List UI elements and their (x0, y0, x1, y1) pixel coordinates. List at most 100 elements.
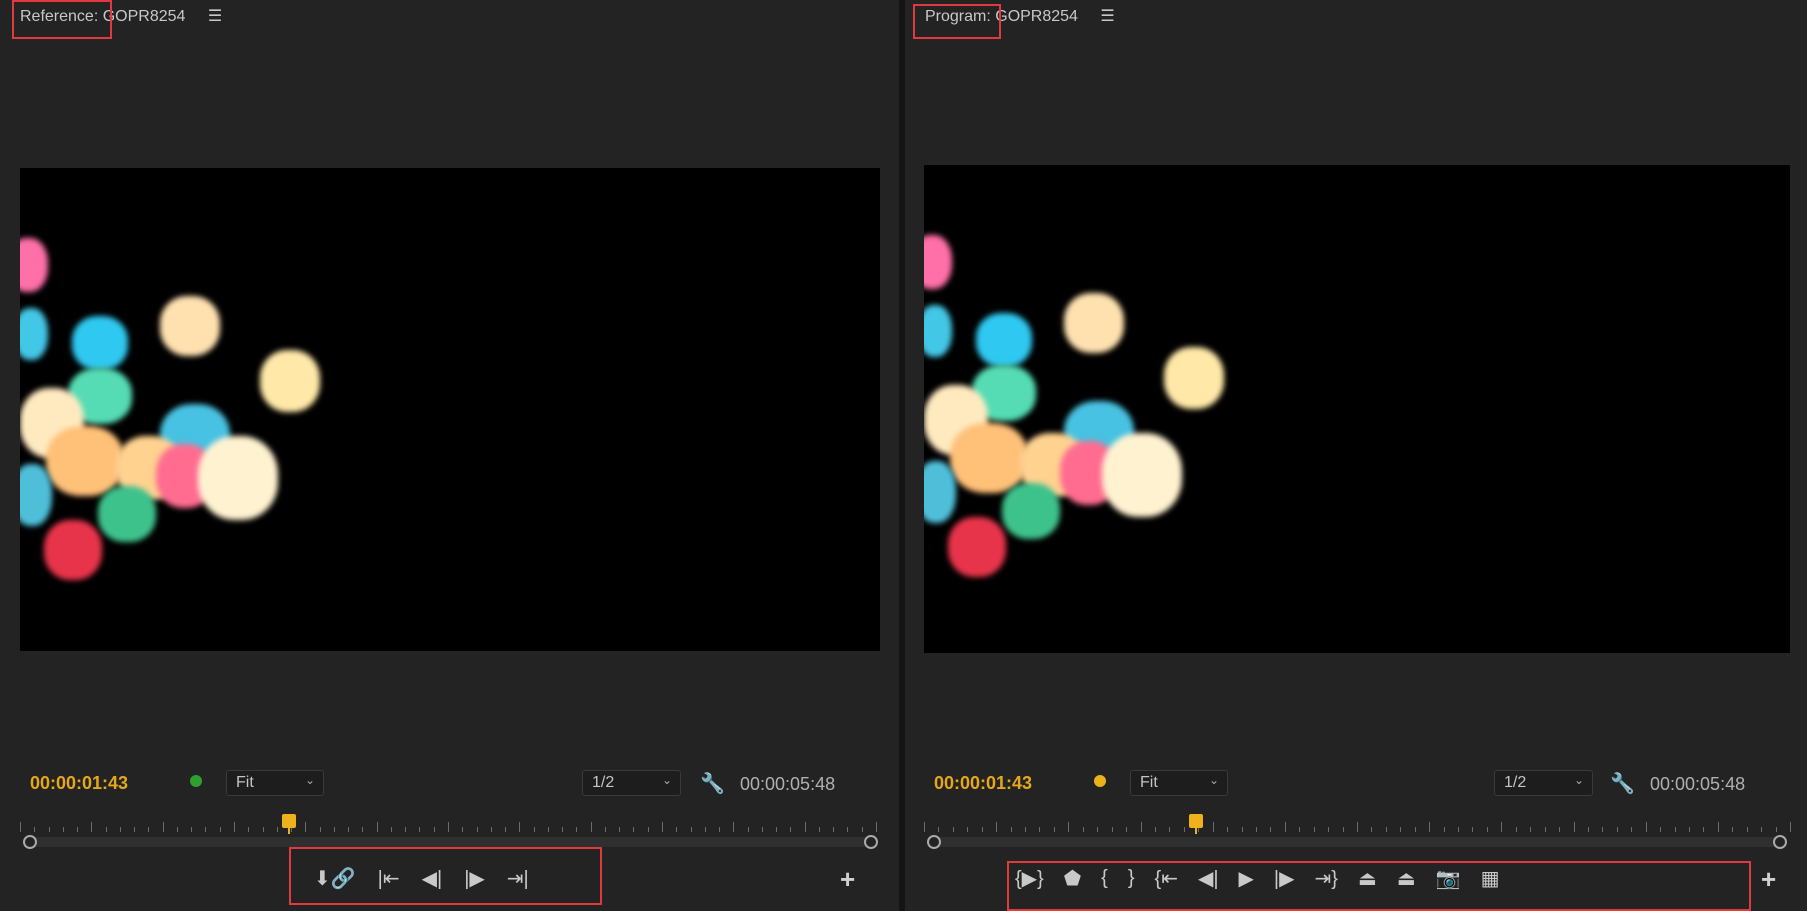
scrub-track[interactable] (30, 837, 870, 847)
resolution-value: 1/2 (592, 774, 615, 791)
ruler-tick (533, 827, 535, 832)
step-forward-button[interactable]: |▶ (1274, 864, 1295, 892)
reference-video-viewer[interactable] (20, 168, 880, 651)
chevron-down-icon: ⌄ (1573, 773, 1584, 787)
ruler-tick (1761, 827, 1763, 832)
menu-icon[interactable]: ☰ (208, 8, 222, 25)
ruler-tick (1660, 827, 1662, 832)
ruler-tick (1790, 822, 1791, 832)
in-point-handle[interactable] (23, 835, 37, 849)
out-point-handle[interactable] (1773, 835, 1787, 849)
in-point-handle[interactable] (927, 835, 941, 849)
playhead[interactable] (282, 814, 297, 834)
resolution-select[interactable]: 1/2 ⌄ (1494, 770, 1593, 796)
button-editor-plus-icon[interactable]: + (840, 864, 855, 895)
ruler-tick (704, 827, 706, 832)
add-marker-button[interactable]: ⬟ (1064, 864, 1081, 892)
bokeh-light (976, 313, 1032, 367)
ruler-tick (1039, 827, 1041, 832)
wrench-icon[interactable]: 🔧 (1610, 771, 1635, 796)
bokeh-light (924, 235, 952, 289)
go-to-out-button[interactable]: ⇥| (507, 864, 529, 892)
step-back-button[interactable]: ◀| (422, 864, 443, 892)
ruler-tick (1559, 827, 1561, 832)
program-panel-title[interactable]: Program: GOPR8254 ☰ (925, 6, 1115, 26)
ruler-tick (1775, 827, 1777, 832)
chevron-down-icon: ⌄ (661, 773, 672, 787)
ruler-tick (1357, 822, 1358, 832)
bokeh-light (924, 461, 956, 523)
zoom-select[interactable]: Fit ⌄ (226, 770, 324, 796)
transport-controls: {▶} ⬟ {} {⇤ ◀| ▶ |▶ ⇥} ⏏ ⏏ 📷 ▦ (1015, 864, 1500, 892)
ruler-tick (576, 827, 578, 832)
play-button[interactable]: ▶ (1239, 864, 1254, 892)
mark-out-button[interactable]: } (1128, 864, 1135, 892)
ruler-tick (1732, 827, 1734, 832)
step-back-button[interactable]: ◀| (1198, 864, 1219, 892)
ruler-tick (1443, 827, 1445, 832)
ruler-tick (1313, 827, 1315, 832)
comparison-view-button[interactable]: ▦ (1481, 864, 1500, 892)
duration-timecode: 00:00:05:48 (740, 774, 836, 794)
go-to-out-button[interactable]: ⇥} (1315, 864, 1338, 892)
ruler-tick (1717, 822, 1719, 832)
ruler-tick (619, 827, 621, 832)
playhead[interactable] (1189, 814, 1204, 834)
zoom-value: Fit (1140, 774, 1158, 791)
ruler-tick (105, 827, 107, 832)
ruler-tick (1169, 827, 1171, 832)
program-video-viewer[interactable] (924, 165, 1790, 653)
mark-in-button[interactable]: { (1101, 864, 1108, 892)
ruler-tick (1515, 827, 1517, 832)
program-title-text: Program: GOPR8254 (925, 8, 1078, 25)
ruler-tick (1010, 827, 1012, 832)
bokeh-light (198, 436, 278, 520)
current-timecode[interactable]: 00:00:01:43 (30, 773, 128, 794)
zoom-select[interactable]: Fit ⌄ (1130, 770, 1228, 796)
ruler-tick (1270, 827, 1272, 832)
bokeh-light (1064, 293, 1124, 353)
ruler-tick (662, 822, 663, 832)
ruler-tick (590, 822, 592, 832)
export-frame-button[interactable]: 📷 (1436, 864, 1461, 892)
extract-button[interactable]: ⏏ (1397, 864, 1416, 892)
ruler-tick (1573, 822, 1575, 832)
play-in-to-out-button[interactable]: {▶} (1015, 864, 1044, 892)
ruler-tick (747, 827, 749, 832)
ruler-tick (1212, 822, 1214, 832)
out-point-handle[interactable] (864, 835, 878, 849)
go-to-in-button[interactable]: {⇤ (1155, 864, 1178, 892)
step-forward-button[interactable]: |▶ (464, 864, 485, 892)
ruler-tick (1299, 827, 1301, 832)
ruler-tick (362, 827, 364, 832)
ruler-tick (1284, 822, 1286, 832)
menu-icon[interactable]: ☰ (1100, 8, 1114, 25)
scrub-track[interactable] (934, 837, 1784, 847)
time-ruler[interactable] (20, 822, 877, 832)
go-to-in-button[interactable]: |⇤ (378, 864, 400, 892)
chevron-down-icon: ⌄ (304, 773, 315, 787)
bokeh-light (44, 520, 102, 580)
ruler-tick (981, 827, 983, 832)
ruler-tick (1544, 827, 1546, 832)
button-editor-plus-icon[interactable]: + (1761, 864, 1776, 895)
ruler-tick (804, 822, 806, 832)
status-indicator (1094, 775, 1106, 787)
lift-button[interactable]: ⏏ (1358, 864, 1377, 892)
bokeh-light (1002, 483, 1060, 539)
ruler-tick (1053, 827, 1055, 832)
wrench-icon[interactable]: 🔧 (700, 771, 725, 796)
ruler-tick (405, 827, 407, 832)
ruler-tick (1097, 827, 1099, 832)
ruler-tick (62, 827, 64, 832)
current-timecode[interactable]: 00:00:01:43 (934, 773, 1032, 794)
bokeh-light (20, 308, 48, 360)
reference-panel-title[interactable]: Reference: GOPR8254 ☰ (20, 6, 222, 26)
bokeh-light (72, 316, 128, 370)
ruler-tick (1082, 827, 1084, 832)
resolution-select[interactable]: 1/2 ⌄ (582, 770, 681, 796)
time-ruler[interactable] (924, 822, 1791, 832)
ruler-tick (1183, 827, 1185, 832)
add-marker-link-button[interactable]: ⬇🔗 (314, 864, 356, 892)
ruler-tick (176, 827, 178, 832)
